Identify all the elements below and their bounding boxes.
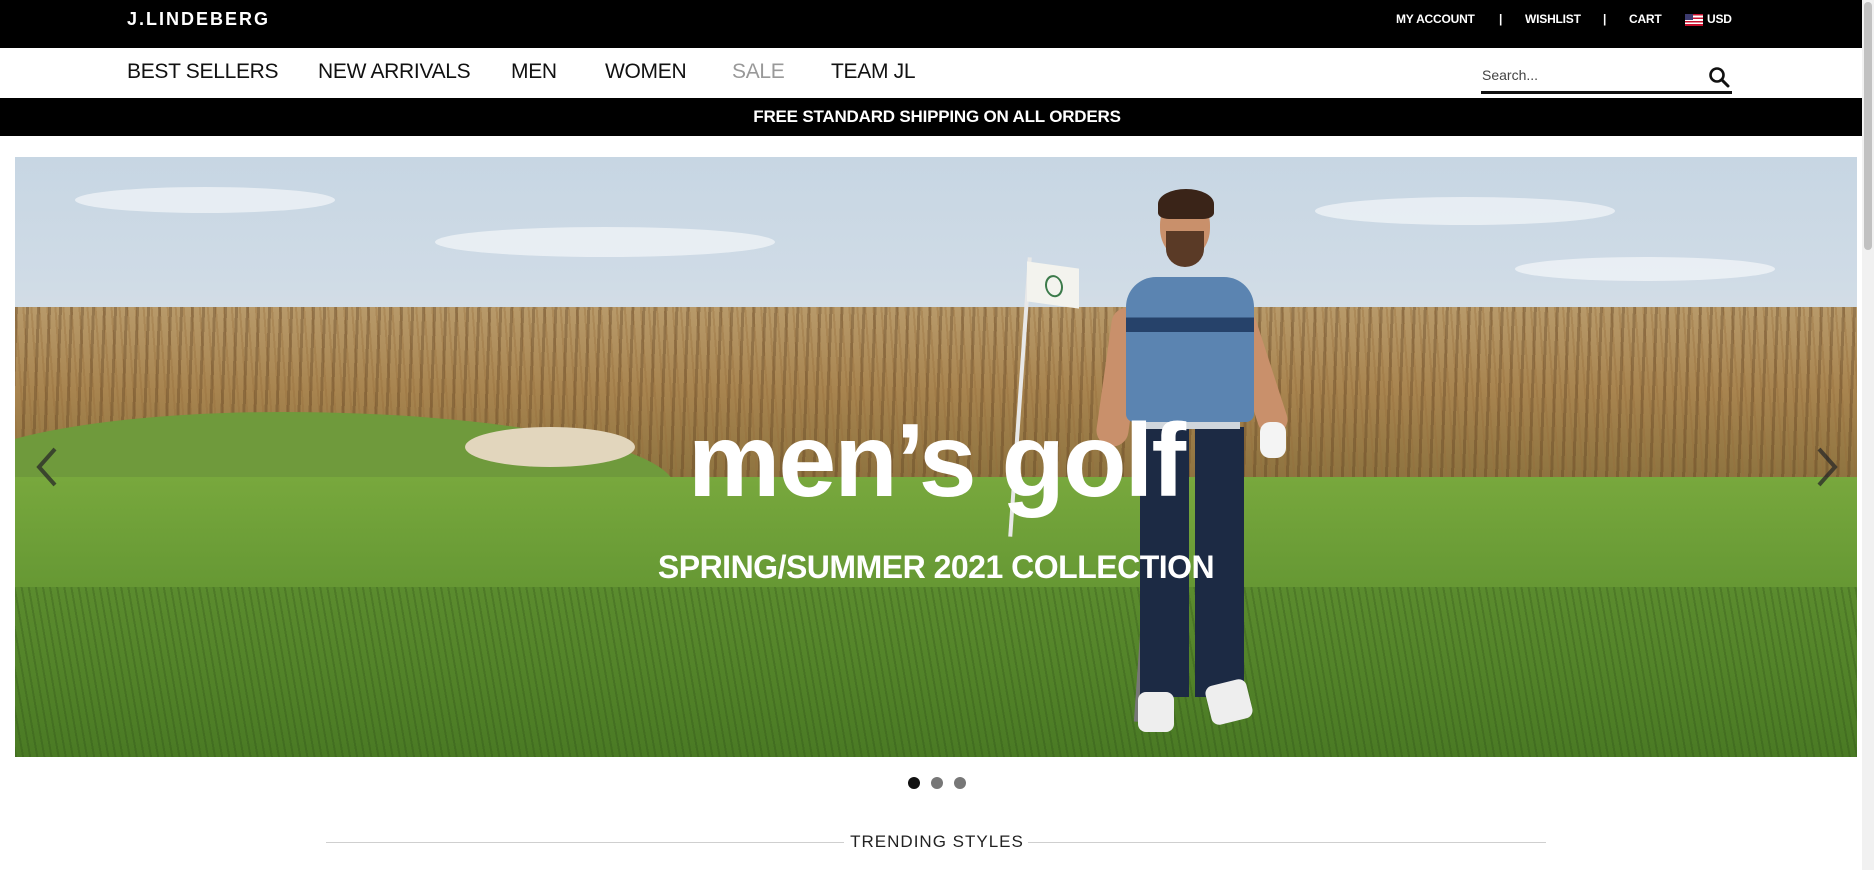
carousel-dot-2[interactable]	[931, 777, 943, 789]
carousel-dot-3[interactable]	[954, 777, 966, 789]
search-box	[1481, 63, 1732, 94]
promo-bar: FREE STANDARD SHIPPING ON ALL ORDERS	[0, 98, 1874, 136]
us-flag-icon[interactable]	[1685, 14, 1703, 26]
nav-item-sale[interactable]: SALE	[732, 60, 785, 84]
brand-logo[interactable]: J.LINDEBERG	[127, 9, 270, 30]
top-bar: J.LINDEBERG MY ACCOUNT | WISHLIST | CART…	[0, 0, 1874, 48]
search-icon[interactable]	[1708, 66, 1730, 88]
trending-styles-heading: TRENDING STYLES	[850, 832, 1024, 851]
golfer-shoe	[1203, 677, 1255, 727]
scrollbar-thumb[interactable]	[1864, 2, 1872, 250]
chevron-left-icon[interactable]	[27, 437, 67, 497]
golfer-shoe	[1138, 692, 1174, 732]
utility-separator: |	[1603, 12, 1607, 26]
promo-text[interactable]: FREE STANDARD SHIPPING ON ALL ORDERS	[0, 107, 1874, 127]
my-account-link[interactable]: MY ACCOUNT	[1396, 12, 1475, 26]
carousel-dots	[0, 777, 1874, 789]
page-scrollbar[interactable]	[1862, 0, 1874, 870]
hero-banner[interactable]: men’s golf SPRING/SUMMER 2021 COLLECTION	[15, 157, 1857, 757]
nav-item-women[interactable]: WOMEN	[605, 60, 687, 84]
golfer-hair	[1158, 189, 1214, 219]
currency-selector[interactable]: USD	[1707, 12, 1732, 26]
cloud	[1315, 197, 1615, 225]
hero-subtitle: SPRING/SUMMER 2021 COLLECTION	[657, 549, 1215, 585]
hero-title: men’s golf	[687, 403, 1186, 519]
nav-item-best-sellers[interactable]: BEST SELLERS	[127, 60, 279, 84]
nav-item-new-arrivals[interactable]: NEW ARRIVALS	[318, 60, 471, 84]
utility-separator: |	[1499, 12, 1503, 26]
nav-item-men[interactable]: MEN	[511, 60, 557, 84]
rough-grass	[15, 587, 1857, 757]
wishlist-link[interactable]: WISHLIST	[1525, 12, 1581, 26]
cart-link[interactable]: CART	[1629, 12, 1662, 26]
golfer-polo	[1126, 277, 1254, 422]
cloud	[75, 187, 335, 213]
carousel-dot-1[interactable]	[908, 777, 920, 789]
chevron-right-icon[interactable]	[1807, 437, 1847, 497]
search-input[interactable]	[1482, 67, 1692, 83]
cloud	[435, 227, 775, 257]
nav-item-team-jl[interactable]: TEAM JL	[831, 60, 916, 84]
golf-flag-icon	[1027, 261, 1079, 309]
cloud	[1515, 257, 1775, 281]
golfer-beard	[1166, 231, 1204, 267]
